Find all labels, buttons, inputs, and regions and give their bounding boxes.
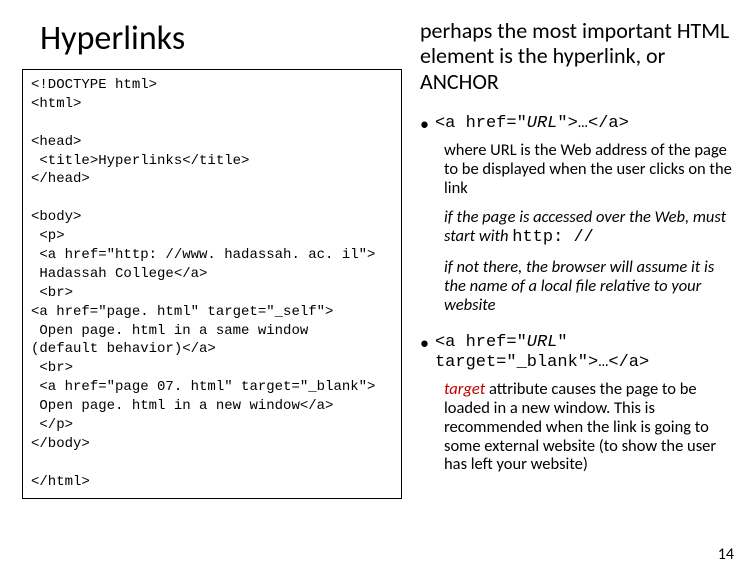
code-example: <!DOCTYPE html> <html> <head> <title>Hyp… <box>22 69 402 499</box>
sub-2: if the page is accessed over the Web, mu… <box>444 208 734 248</box>
bullet-2: • <a href="URL" target="_blank">…</a> <box>420 333 734 374</box>
sub-1: where URL is the Web address of the page… <box>444 141 734 198</box>
intro-text: perhaps the most important HTML element … <box>420 18 734 94</box>
page-number: 14 <box>718 545 734 564</box>
sub-3: if not there, the browser will assume it… <box>444 258 734 315</box>
slide-title: Hyperlinks <box>22 18 402 59</box>
bullet-2-text: <a href="URL" target="_blank">…</a> <box>435 333 734 374</box>
bullet-1-text: <a href="URL">…</a> <box>435 114 734 134</box>
sub-4: target attribute causes the page to be l… <box>444 380 734 475</box>
bullet-1: • <a href="URL">…</a> <box>420 114 734 136</box>
